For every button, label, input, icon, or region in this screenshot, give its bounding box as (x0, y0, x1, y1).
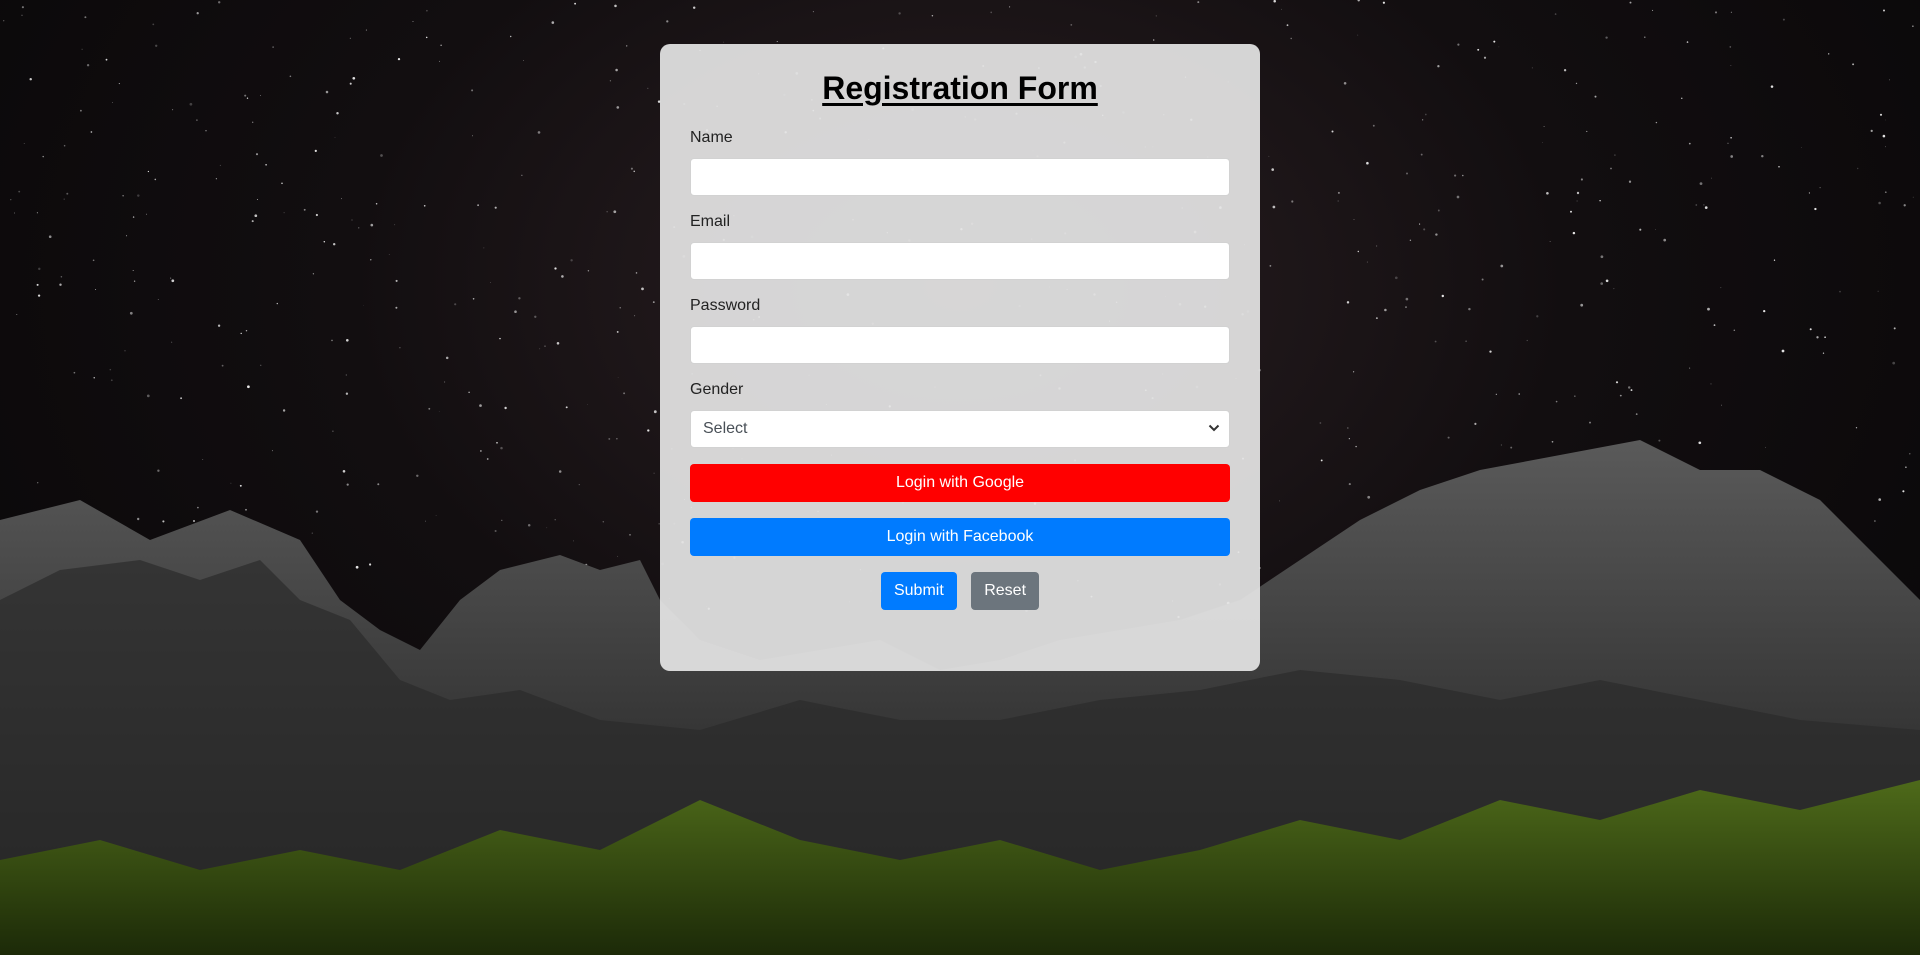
email-label: Email (690, 213, 731, 230)
gender-field: Gender Select (690, 381, 1230, 448)
submit-button[interactable]: Submit (880, 572, 957, 610)
chevron-down-icon (1208, 424, 1220, 432)
password-label: Password (690, 297, 761, 314)
gender-select-value[interactable]: Select (690, 410, 1230, 448)
password-field: Password (690, 297, 1230, 364)
reset-button[interactable]: Reset (971, 572, 1040, 610)
email-input[interactable] (690, 242, 1230, 280)
name-label: Name (690, 129, 733, 146)
registration-form-card: Registration Form Name Email Password Ge… (660, 44, 1260, 671)
gender-label: Gender (690, 381, 744, 398)
password-input[interactable] (690, 326, 1230, 364)
login-with-facebook-button[interactable]: Login with Facebook (690, 518, 1230, 556)
login-with-google-button[interactable]: Login with Google (690, 464, 1230, 502)
name-input[interactable] (690, 158, 1230, 196)
gender-select[interactable]: Select (690, 410, 1230, 448)
name-field: Name (690, 129, 1230, 196)
email-field: Email (690, 213, 1230, 280)
form-actions: Submit Reset (690, 572, 1230, 610)
form-title: Registration Form (822, 70, 1098, 106)
